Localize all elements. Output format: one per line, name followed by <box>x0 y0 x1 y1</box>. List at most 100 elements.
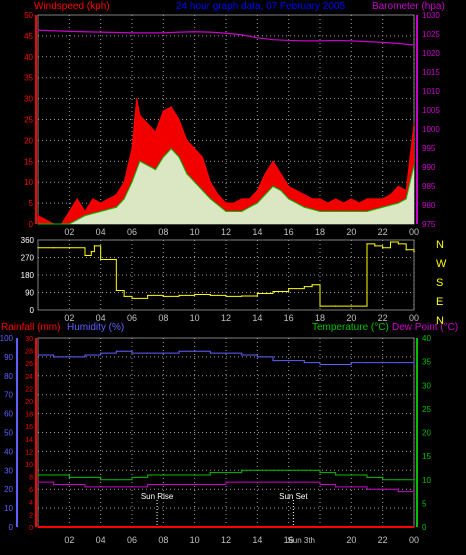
wind-average-line-point <box>170 148 172 150</box>
wind-average-line-point <box>194 181 196 183</box>
direction-line-point <box>272 290 274 293</box>
x-tick-label: 20 <box>346 313 356 323</box>
x-tick-label: 12 <box>221 227 231 237</box>
humidity-y-tick-label: 80 <box>4 372 13 381</box>
direction-line-point <box>37 247 39 249</box>
windspeed-line-point <box>225 202 227 204</box>
x-tick-label: 22 <box>378 313 388 323</box>
temperature-line-point <box>162 474 164 476</box>
dewpoint-line-point <box>131 486 133 488</box>
dewpoint-line-point <box>162 483 164 486</box>
windspeed-line-point <box>319 198 321 200</box>
x-tick-label: 02 <box>64 313 74 323</box>
barometer-line-point <box>397 42 399 45</box>
x-tick-label: 06 <box>127 313 137 323</box>
humidity-line-point <box>162 352 164 354</box>
wind-average-line-point <box>123 198 125 200</box>
wind-average-line-point <box>405 198 407 200</box>
wind-average-line-point <box>256 202 258 204</box>
direction-line-point <box>147 294 149 297</box>
x-tick-label: 06 <box>127 535 137 545</box>
barometer-line-point <box>413 44 415 46</box>
barometer-y-tick-label: 990 <box>422 163 436 172</box>
windspeed-axis-label: Windspeed (kph) <box>34 1 110 12</box>
direction-line-point <box>209 294 211 297</box>
humidity-line-point <box>272 360 274 362</box>
direction-y-tick-label: 0 <box>30 306 35 315</box>
wind-average-line-point <box>413 164 415 167</box>
barometer-line-point <box>131 32 133 34</box>
direction-line-point <box>178 294 180 297</box>
temperature-line-point <box>209 472 211 474</box>
dewpoint-line-point <box>100 486 102 488</box>
wind-y-tick-label: 5 <box>29 199 34 208</box>
humidity-line-point <box>366 361 368 364</box>
x-tick-label: 08 <box>158 227 168 237</box>
windspeed-line-point <box>201 156 204 158</box>
windspeed-line-point <box>100 202 102 204</box>
rainfall-y-tick-label: 6 <box>29 487 33 494</box>
barometer-line-point <box>225 32 227 34</box>
direction-y-tick-label: 360 <box>21 236 35 245</box>
humidity-y-tick-label: 20 <box>4 485 13 494</box>
humidity-line-point <box>100 352 102 354</box>
windspeed-line-point <box>209 181 211 183</box>
rainfall-y-tick-label: 16 <box>25 424 33 431</box>
direction-line-point <box>397 243 399 245</box>
wind-average-line-point <box>225 210 227 213</box>
barometer-line-point <box>100 31 102 33</box>
wind-average-line-point <box>186 173 188 175</box>
x-tick-label: 16 <box>284 313 294 323</box>
compass-label: S <box>436 277 443 289</box>
dewpoint-line-point <box>288 481 290 483</box>
windspeed-line-point <box>405 189 407 192</box>
x-tick-label: 08 <box>158 313 168 323</box>
direction-line-point <box>194 293 196 296</box>
temperature-line-point <box>84 476 86 478</box>
x-tick-label: 10 <box>190 535 200 545</box>
wind-average-line-point <box>382 206 384 208</box>
x-tick-label: 14 <box>252 227 262 237</box>
compass-label: W <box>436 258 447 270</box>
windspeed-line-point <box>264 173 266 175</box>
humidity-y-tick-label: 60 <box>4 410 13 419</box>
windspeed-line-point <box>389 194 392 196</box>
direction-line-point <box>335 305 337 307</box>
humidity-line-point <box>350 361 352 364</box>
barometer-line-point <box>319 40 321 42</box>
temperature-line-point <box>131 476 133 478</box>
temperature-line-point <box>413 483 415 486</box>
windspeed-line-point <box>162 110 164 112</box>
temperature-line-point <box>100 479 102 481</box>
humidity-y-tick-label: 40 <box>4 447 13 456</box>
x-tick-label: 02 <box>64 227 74 237</box>
humidity-line-point <box>209 352 211 354</box>
humidity-y-tick-label: 100 <box>0 334 14 343</box>
temperature-line-point <box>272 469 274 471</box>
x-tick-label: 00 <box>409 227 419 237</box>
windspeed-line-point <box>295 189 298 192</box>
humidity-line-point <box>241 354 243 356</box>
windspeed-line-point <box>413 123 415 125</box>
dewpoint-line-point <box>382 488 384 490</box>
direction-line-point <box>413 251 415 253</box>
windspeed-line-point <box>327 202 329 204</box>
temperature-line-point <box>397 479 399 481</box>
barometer-line-point <box>209 31 211 33</box>
barometer-line-point <box>303 40 305 42</box>
dewpoint-line-point <box>209 483 211 486</box>
humidity-line-point <box>53 356 55 358</box>
dewpoint-line-point <box>366 488 368 490</box>
rainfall-y-tick-label: 28 <box>25 349 33 356</box>
direction-line-point <box>288 288 290 290</box>
x-tick-label: 04 <box>96 227 106 237</box>
humidity-y-tick-label: 30 <box>4 466 13 475</box>
temperature-line-point <box>53 474 55 476</box>
windspeed-line-point <box>342 202 345 204</box>
direction-line-point <box>123 295 125 297</box>
temperature-line-point <box>194 474 196 476</box>
humidity-line-point <box>319 363 321 366</box>
humidity-line-point <box>288 360 290 362</box>
windspeed-line-point <box>248 198 251 200</box>
barometer-y-tick-label: 980 <box>422 201 436 210</box>
